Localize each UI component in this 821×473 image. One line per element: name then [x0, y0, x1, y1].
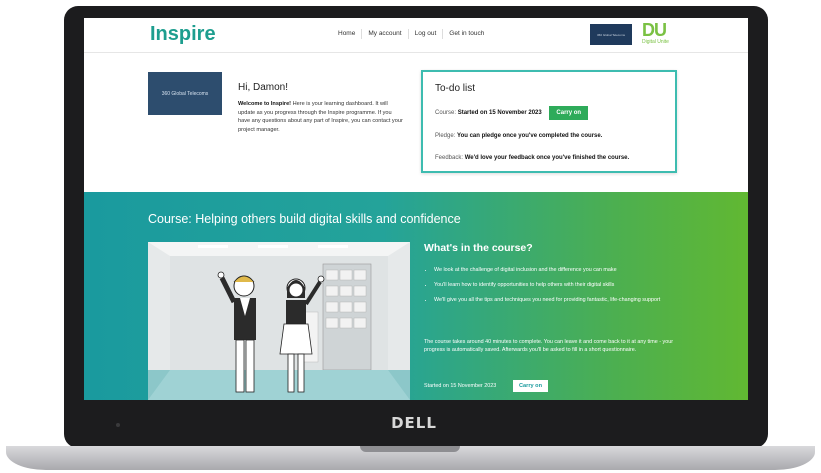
brand-logo[interactable]: Inspire — [150, 23, 216, 46]
laptop-notch — [360, 446, 460, 452]
whats-in-course-heading: What's in the course? — [424, 242, 533, 254]
screen: Inspire Home My account Log out Get in t… — [84, 18, 748, 400]
office-illustration-svg — [148, 242, 410, 400]
organisation-logo: 360 Global Telecoms — [148, 72, 222, 115]
todo-panel: To-do list Course: Started on 15 Novembe… — [421, 70, 677, 173]
todo-course-status: Started on 15 November 2023 — [457, 110, 542, 116]
partner-logo: 360 Global Telecoms — [590, 24, 632, 45]
du-mark: DU — [642, 20, 667, 40]
carry-on-button[interactable]: Carry on — [549, 106, 589, 120]
nav-links: Home My account Log out Get in touch — [332, 29, 490, 39]
todo-pledge-text: You can pledge once you've completed the… — [457, 133, 603, 139]
todo-feedback-label: Feedback: — [435, 155, 464, 161]
partner-logo-text: 360 Global Telecoms — [597, 32, 625, 37]
du-text: Digital Unite — [642, 39, 669, 45]
nav-link-home[interactable]: Home — [332, 29, 363, 39]
nav-link-get-in-touch[interactable]: Get in touch — [443, 29, 490, 39]
organisation-logo-text: 360 Global Telecoms — [161, 90, 209, 97]
course-started-text: Started on 15 November 2023 — [424, 383, 497, 389]
course-bullet: We'll give you all the tips and techniqu… — [434, 296, 682, 304]
dell-logo: DELL — [391, 414, 437, 432]
course-title: Course: Helping others build digital ski… — [148, 212, 461, 226]
nav-link-my-account[interactable]: My account — [362, 29, 409, 39]
todo-course-label: Course: — [435, 110, 457, 116]
course-bullet: You'll learn how to identify opportuniti… — [434, 281, 682, 289]
todo-course-row: Course: Started on 15 November 2023 Carr… — [435, 106, 589, 120]
top-nav: Inspire Home My account Log out Get in t… — [84, 18, 748, 53]
course-band: Course: Helping others build digital ski… — [84, 192, 748, 400]
todo-feedback-text: We'd love your feedback once you've fini… — [464, 155, 630, 161]
course-carry-on-button[interactable]: Carry on — [513, 380, 549, 392]
intro-bold: Welcome to Inspire! — [238, 101, 292, 107]
todo-pledge-row: Pledge: You can pledge once you've compl… — [435, 133, 602, 139]
greeting: Hi, Damon! — [238, 82, 289, 93]
course-bullet: We look at the challenge of digital incl… — [434, 266, 682, 274]
intro-text: Welcome to Inspire! Here is your learnin… — [238, 100, 404, 134]
course-description: The course takes around 40 minutes to co… — [424, 339, 674, 354]
course-bullets: We look at the challenge of digital incl… — [424, 266, 682, 311]
nav-link-log-out[interactable]: Log out — [409, 29, 444, 39]
digital-unite-logo: DU Digital Unite — [642, 21, 678, 49]
todo-feedback-row: Feedback: We'd love your feedback once y… — [435, 155, 629, 161]
course-illustration[interactable] — [148, 242, 410, 400]
todo-pledge-label: Pledge: — [435, 133, 456, 139]
todo-title: To-do list — [435, 83, 476, 94]
webcam-icon — [116, 423, 120, 427]
